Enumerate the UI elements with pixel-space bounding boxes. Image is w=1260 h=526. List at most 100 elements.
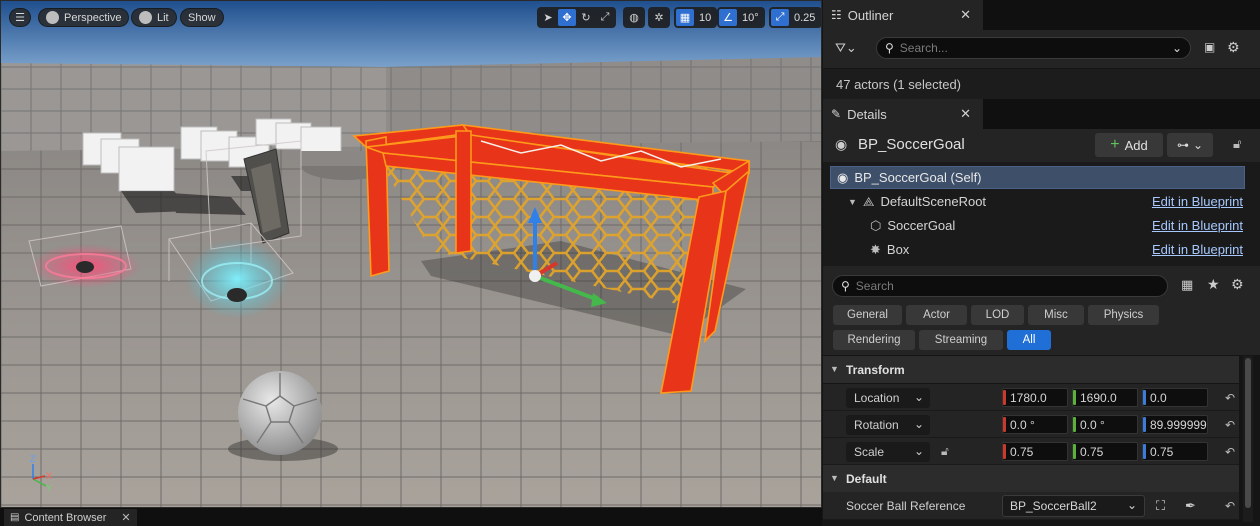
content-browser-tab[interactable]: ▤ Content Browser ✕ [4,509,137,526]
viewport-scene[interactable]: Z Y X [1,1,822,508]
world-local-toggle[interactable]: ◍ [623,7,645,28]
transform-group-header[interactable]: ▼ Transform [823,356,1239,383]
reset-arrow-icon[interactable]: ↶ [1225,391,1235,405]
component-row-soccergoal[interactable]: ⬡ SoccerGoal Edit in Blueprint [830,214,1245,237]
angle-snap-icon[interactable]: ∠ [719,9,737,26]
close-icon[interactable]: ✕ [960,7,971,23]
reset-arrow-icon[interactable]: ↶ [1225,418,1235,432]
scale-z-value: 0.75 [1150,444,1174,459]
filter-icon[interactable]: ⛛⌄ [835,40,857,56]
blueprint-options-button[interactable]: ⊶ ⌄ [1167,133,1213,157]
select-actor-icon[interactable]: ⛶ [1156,498,1165,514]
chevron-down-icon: ⌄ [1126,498,1137,512]
category-rendering-button[interactable]: Rendering [833,330,915,350]
translate-tool-icon[interactable]: ✥ [558,9,576,26]
table-view-icon[interactable]: ▦ [1181,277,1193,293]
component-row-self[interactable]: ◉ BP_SoccerGoal (Self) [830,166,1245,189]
category-misc-button[interactable]: Misc [1028,305,1084,325]
rotation-x-value: 0.0 ° [1010,417,1035,432]
scale-z-field[interactable]: 0.75 [1142,442,1208,461]
category-streaming-button[interactable]: Streaming [919,330,1003,350]
edit-in-blueprint-link[interactable]: Edit in Blueprint [1152,218,1243,233]
gear-icon[interactable]: ⚙ [1227,39,1240,56]
category-label: Misc [1044,309,1068,321]
actor-icon: ◉ [837,169,849,185]
default-group-header[interactable]: ▼ Default [823,465,1239,492]
select-tool-icon[interactable]: ➤ [539,9,557,26]
reset-arrow-icon[interactable]: ↶ [1225,445,1235,459]
scale-snap-value[interactable]: 0.25 [790,12,819,24]
close-icon[interactable]: ✕ [960,106,971,122]
soccer-ball-reference-dropdown[interactable]: BP_SoccerBall2 ⌄ [1002,495,1145,517]
show-button[interactable]: Show [180,8,224,27]
gear-icon[interactable]: ⚙ [1231,276,1244,293]
level-viewport[interactable]: Z Y X ☰ Perspective Lit Show ➤ ✥ ↻ ⤢ ◍ ✲… [0,0,822,508]
world-globe-icon: ◍ [629,12,639,24]
category-lod-button[interactable]: LOD [971,305,1024,325]
perspective-button[interactable]: Perspective [38,8,130,27]
scale-tool-icon[interactable]: ⤢ [596,9,614,26]
add-component-button[interactable]: + Add [1095,133,1163,157]
scale-y-field[interactable]: 0.75 [1072,442,1138,461]
scale-x-field[interactable]: 0.75 [1002,442,1068,461]
add-folder-icon[interactable]: ▣ [1204,40,1215,54]
star-icon[interactable]: ★ [1207,276,1220,293]
location-y-field[interactable]: 1690.0 [1072,388,1138,407]
details-search-input[interactable]: ⚲ Search [832,275,1168,297]
outliner-search-input[interactable]: ⚲ Search... ⌄ [876,37,1191,59]
rotation-x-field[interactable]: 0.0 ° [1002,415,1068,434]
details-scrollbar[interactable] [1243,356,1253,522]
tab-outliner[interactable]: ☷ Outliner ✕ [823,0,983,30]
scale-lock-icon[interactable]: 🔓︎ [941,444,949,459]
viewport-menu-button[interactable]: ☰ [9,8,31,27]
rotation-snap-value[interactable]: 10° [738,12,763,24]
location-x-field[interactable]: 1780.0 [1002,388,1068,407]
svg-text:Z: Z [30,454,36,464]
category-actor-button[interactable]: Actor [906,305,967,325]
edit-in-blueprint-link[interactable]: Edit in Blueprint [1152,242,1243,257]
scale-snap-control[interactable]: ⤢ 0.25 [769,7,821,28]
collapse-triangle-icon[interactable]: ▼ [848,197,857,207]
chevron-down-icon[interactable]: ⌄ [1172,41,1182,55]
edit-in-blueprint-link[interactable]: Edit in Blueprint [1152,194,1243,209]
scale-mode-dropdown[interactable]: Scale ⌄ [846,442,930,462]
category-all-button[interactable]: All [1007,330,1051,350]
rotation-row: Rotation ⌄ 0.0 ° 0.0 ° 89.999999 ↶ [823,411,1239,438]
eyedropper-icon[interactable]: ✒ [1185,498,1196,514]
scrollbar-thumb[interactable] [1245,358,1251,508]
content-browser-icon: ▤ [10,512,20,523]
location-z-field[interactable]: 0.0 [1142,388,1208,407]
reset-arrow-icon[interactable]: ↶ [1225,499,1235,513]
rotate-tool-icon[interactable]: ↻ [577,9,595,26]
tab-details[interactable]: ✎ Details ✕ [823,99,983,129]
actor-icon: ◉ [835,136,848,152]
category-general-button[interactable]: General [833,305,902,325]
box-collision-icon: ✸ [870,241,881,257]
view-mode-button[interactable]: Lit [131,8,177,27]
rotation-z-field[interactable]: 89.999999 [1142,415,1208,434]
component-row-defaultsceneroot[interactable]: ▼ ⟁ DefaultSceneRoot Edit in Blueprint [830,190,1245,213]
collapse-triangle-icon: ▼ [830,473,839,483]
rotation-mode-dropdown[interactable]: Rotation ⌄ [846,415,930,435]
content-browser-label: Content Browser [24,511,107,524]
collapse-triangle-icon: ▼ [830,364,839,374]
component-row-box[interactable]: ✸ Box Edit in Blueprint [830,238,1245,261]
grid-snap-icon[interactable]: ▦ [676,9,694,26]
soccer-ball-reference-label: Soccer Ball Reference [846,499,966,513]
category-physics-button[interactable]: Physics [1088,305,1159,325]
chevron-down-icon: ⌄ [913,417,924,431]
grid-snap-value[interactable]: 10 [695,12,715,24]
static-mesh-icon: ⬡ [870,217,882,233]
rotation-snap-control[interactable]: ∠ 10° [717,7,765,28]
lock-icon[interactable]: 🔓︎ [1233,136,1241,152]
scale-snap-icon[interactable]: ⤢ [771,9,789,26]
rotation-y-field[interactable]: 0.0 ° [1072,415,1138,434]
category-label: General [847,309,888,321]
close-icon[interactable]: ✕ [121,511,130,524]
surface-snap-toggle[interactable]: ✲ [648,7,670,28]
grid-snap-control[interactable]: ▦ 10 [674,7,718,28]
rotation-y-value: 0.0 ° [1080,417,1105,432]
chevron-down-icon: ⌄ [1192,138,1204,152]
surface-snap-icon: ✲ [654,12,664,24]
location-mode-dropdown[interactable]: Location ⌄ [846,388,930,408]
